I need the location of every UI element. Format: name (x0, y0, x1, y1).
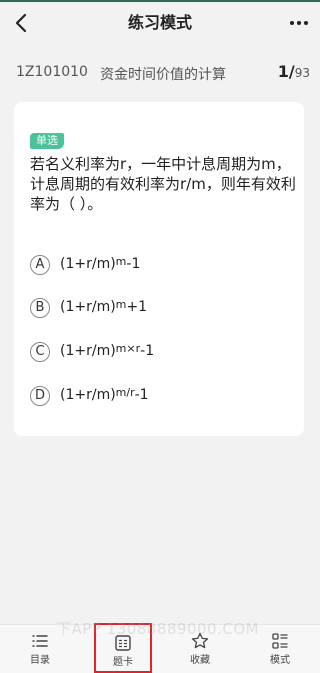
more-dots-icon (290, 21, 294, 25)
question-type-badge: 单选 (30, 133, 64, 149)
option-letter: C (30, 342, 50, 362)
option-exponent: m (115, 255, 127, 268)
more-dot (297, 21, 301, 25)
tab-answer-card[interactable]: 题卡 (94, 623, 152, 673)
option-text: (1+r/m)m×r-1 (60, 342, 155, 359)
chapter-name: 资金时间价值的计算 (100, 67, 226, 83)
option-text: (1+r/m)m+1 (60, 298, 148, 315)
option-c[interactable]: C (1+r/m)m×r-1 (30, 341, 290, 365)
chapter-bar: 1Z101010 资金时间价值的计算 1/93 (0, 56, 320, 92)
option-text: (1+r/m)m-1 (60, 255, 141, 272)
option-base: (1+r/m) (60, 256, 116, 272)
option-base: (1+r/m) (60, 343, 116, 359)
tab-mode[interactable]: 模式 (248, 625, 312, 673)
tab-label: 目录 (30, 655, 50, 666)
tab-favorites[interactable]: 收藏 (168, 625, 232, 673)
mode-grid-icon (272, 633, 288, 649)
tab-label: 题卡 (113, 657, 133, 668)
answer-card-icon (115, 635, 131, 651)
tab-label: 模式 (270, 655, 290, 666)
page-title: 练习模式 (127, 13, 192, 32)
option-base: (1+r/m) (60, 299, 116, 315)
star-icon (191, 632, 209, 649)
option-tail: +1 (126, 299, 148, 315)
tab-catalog[interactable]: 目录 (8, 625, 72, 673)
question-text: 若名义利率为r，一年中计息周期为m，计息周期的有效利率为r/m，则年有效利率为（… (30, 155, 296, 213)
more-dot (304, 21, 308, 25)
option-base: (1+r/m) (60, 387, 116, 403)
option-tail: -1 (134, 387, 149, 403)
option-exponent: m×r (115, 342, 141, 355)
navigation-bar: 练习模式 (0, 2, 320, 44)
list-icon (32, 635, 48, 647)
more-button[interactable] (286, 10, 312, 36)
option-tail: -1 (126, 256, 141, 272)
option-letter: D (30, 386, 50, 406)
progress-total: 93 (294, 66, 310, 80)
option-letter: B (30, 298, 50, 318)
progress-current: 1 (277, 62, 289, 81)
tab-label: 收藏 (190, 655, 210, 666)
option-letter: A (30, 255, 50, 275)
question-card: 单选 若名义利率为r，一年中计息周期为m，计息周期的有效利率为r/m，则年有效利… (14, 102, 304, 436)
option-exponent: m (115, 298, 127, 311)
chapter-code: 1Z101010 (16, 64, 88, 80)
option-tail: -1 (140, 343, 155, 359)
option-d[interactable]: D (1+r/m)m/r-1 (30, 385, 290, 409)
option-exponent: m/r (115, 386, 135, 399)
option-b[interactable]: B (1+r/m)m+1 (30, 297, 290, 321)
question-progress: 1/93 (278, 62, 310, 81)
option-a[interactable]: A (1+r/m)m-1 (30, 254, 290, 278)
bottom-tab-bar: 目录 题卡 收藏 模式 (0, 623, 320, 673)
option-text: (1+r/m)m/r-1 (60, 386, 149, 403)
